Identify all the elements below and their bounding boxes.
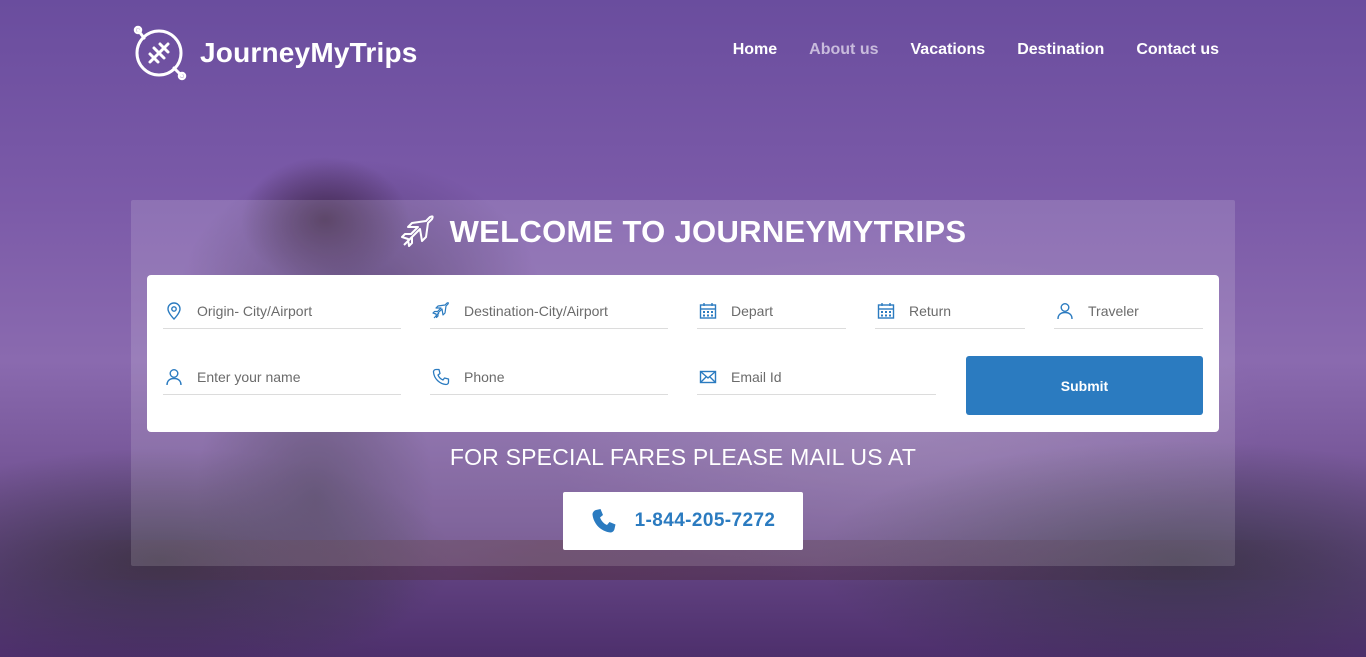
brand-logo[interactable]: JourneyMyTrips xyxy=(130,24,418,82)
special-fares-text: FOR SPECIAL FARES PLEASE MAIL US AT xyxy=(449,444,917,470)
airplane-icon xyxy=(400,215,434,247)
brand-name: JourneyMyTrips xyxy=(200,37,418,68)
name-input[interactable] xyxy=(197,361,401,392)
phone-input[interactable] xyxy=(464,361,668,392)
welcome-panel: WELCOME TO JOURNEYMYTRIPS Origin- City/A… xyxy=(131,200,1235,566)
welcome-title: WELCOME TO JOURNEYMYTRIPS xyxy=(449,214,967,249)
nav-item-home[interactable]: Home xyxy=(733,41,777,59)
calendar-icon xyxy=(699,302,717,319)
depart-field xyxy=(697,293,846,329)
origin-field xyxy=(163,293,401,329)
calendar-icon xyxy=(877,302,895,319)
location-pin-icon xyxy=(167,301,181,320)
nav-item-contact-us[interactable]: Contact us xyxy=(1136,41,1219,59)
depart-input[interactable] xyxy=(731,295,846,326)
nav-item-vacations[interactable]: Vacations xyxy=(911,41,986,59)
welcome-heading: WELCOME TO JOURNEYMYTRIPS xyxy=(131,212,1235,252)
nav-item-destination[interactable]: Destination xyxy=(1017,41,1104,59)
return-field xyxy=(875,293,1025,329)
phone-icon xyxy=(592,509,616,533)
phone-field xyxy=(430,359,668,395)
origin-input[interactable] xyxy=(197,295,401,326)
traveler-input[interactable] xyxy=(1088,295,1203,326)
booking-form: Submit xyxy=(147,275,1219,432)
main-nav: Home About us Vacations Destination Cont… xyxy=(733,41,1219,59)
destination-field xyxy=(430,293,668,329)
destination-input[interactable] xyxy=(464,295,668,326)
nav-item-about-us[interactable]: About us xyxy=(809,41,878,59)
email-field xyxy=(697,359,936,395)
phone-number: 1-844-205-7272 xyxy=(634,510,776,531)
call-phone-button[interactable]: 1-844-205-7272 xyxy=(563,492,803,550)
airplane-icon xyxy=(432,301,449,318)
submit-button[interactable]: Submit xyxy=(966,356,1203,415)
user-icon xyxy=(166,368,182,385)
user-icon xyxy=(1057,302,1073,319)
traveler-field xyxy=(1054,293,1203,329)
name-field xyxy=(163,359,401,395)
envelope-icon xyxy=(699,370,717,383)
plane-circle-icon xyxy=(133,25,187,81)
email-input[interactable] xyxy=(731,361,936,392)
site-header: JourneyMyTrips Home About us Vacations D… xyxy=(0,0,1366,100)
phone-icon xyxy=(432,368,450,385)
return-input[interactable] xyxy=(909,295,1025,326)
